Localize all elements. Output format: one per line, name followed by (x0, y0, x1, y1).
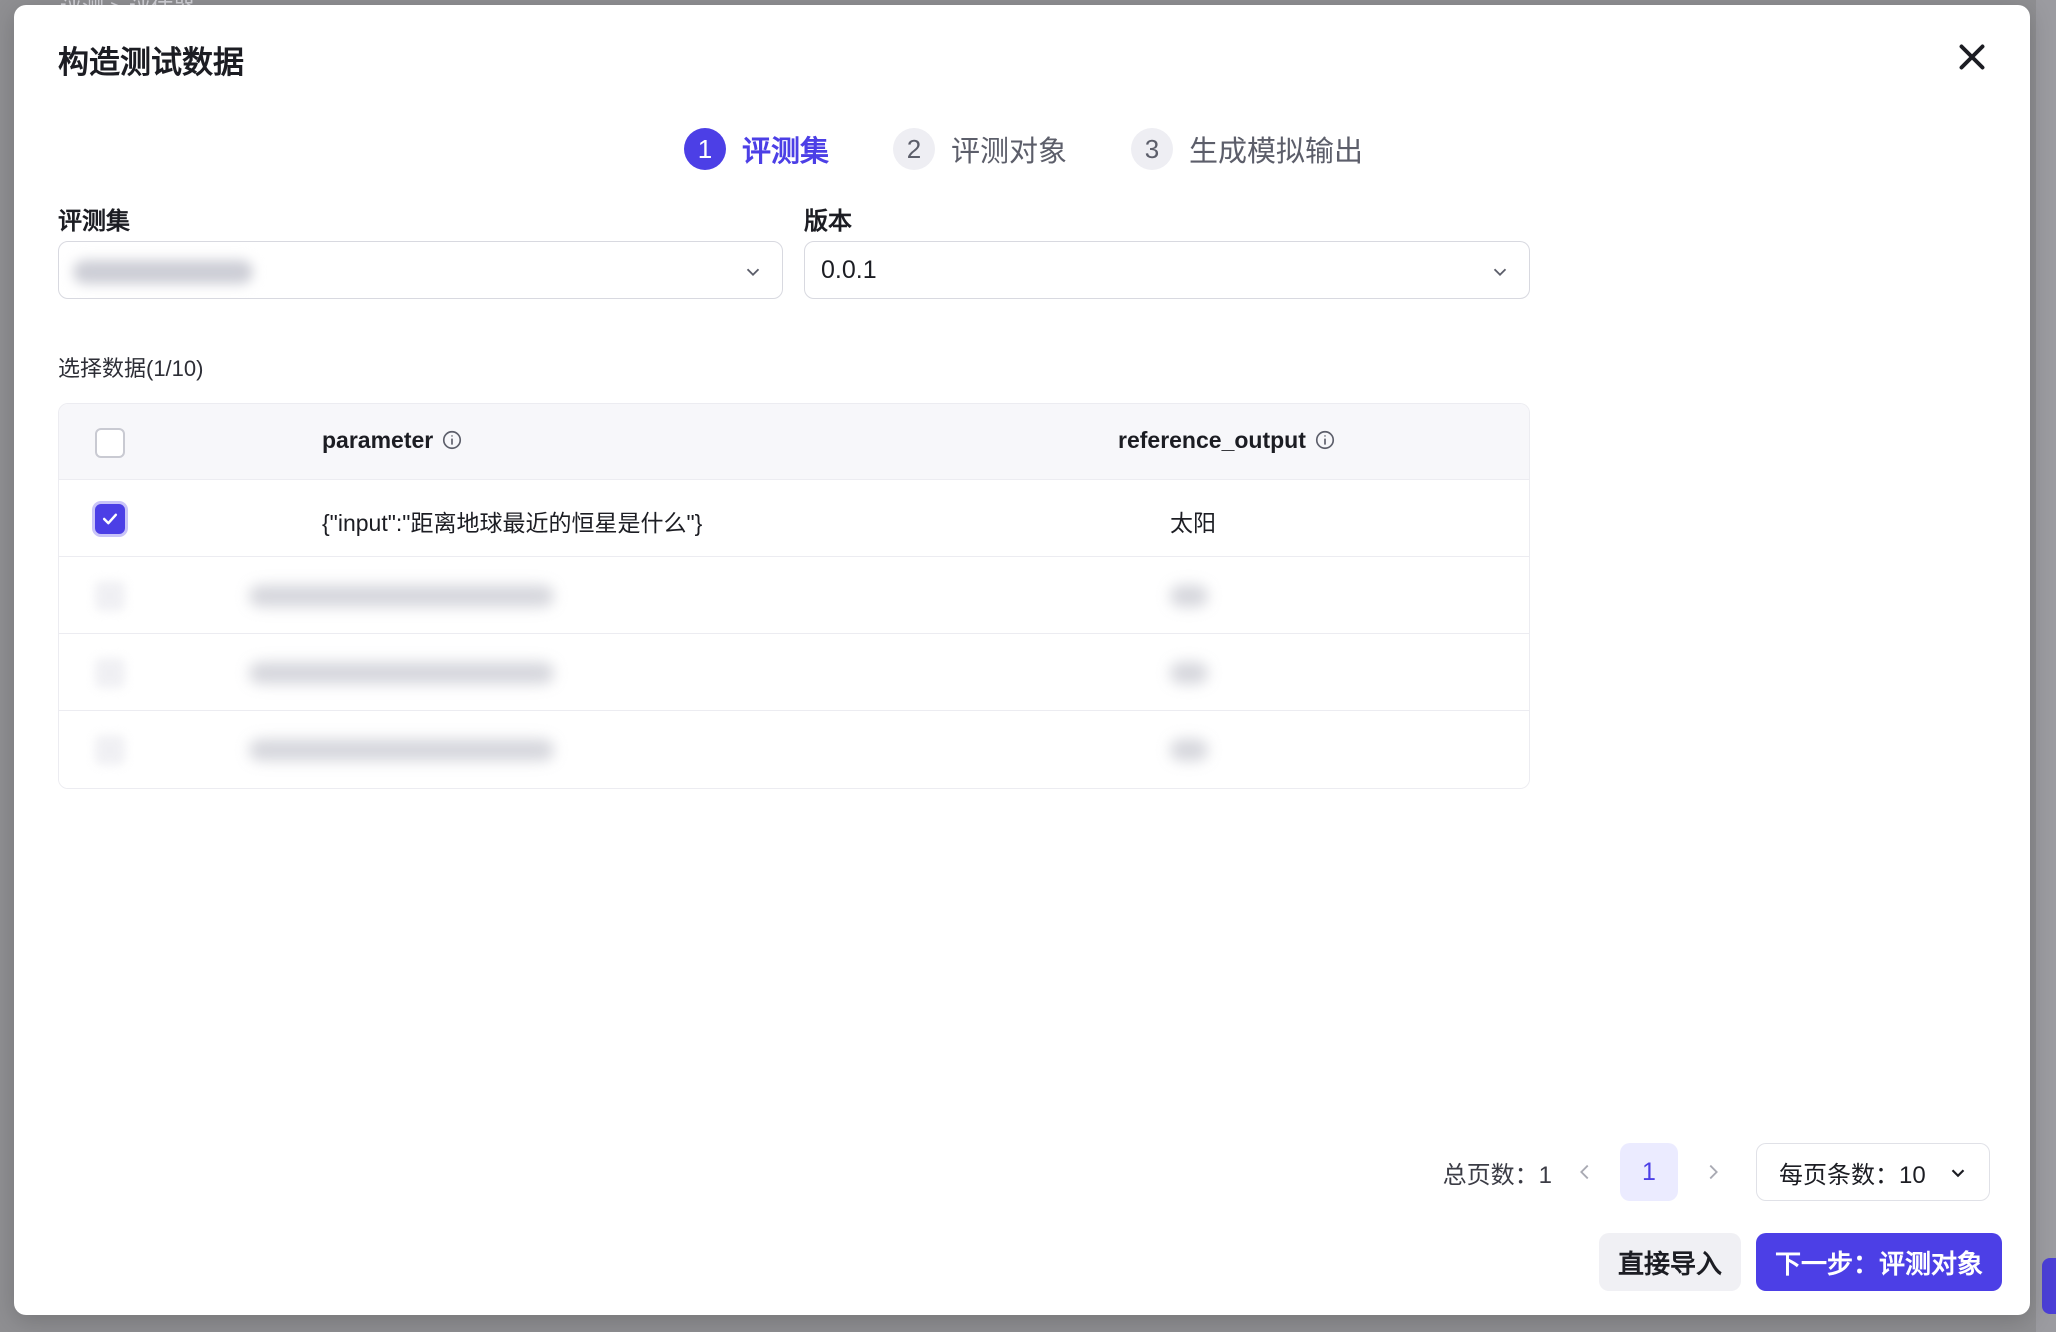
step-indicator: 1 评测集 2 评测对象 3 生成模拟输出 (684, 125, 1427, 173)
table-header: parameter reference_output (59, 404, 1529, 480)
background-page (2036, 0, 2056, 1332)
cell-redacted (249, 585, 554, 607)
step-eval-target[interactable]: 2 评测对象 (893, 128, 1067, 170)
cell-redacted (249, 662, 554, 684)
data-table: parameter reference_output {"input":"距离地… (58, 403, 1530, 789)
column-header-reference-output: reference_output (1118, 427, 1336, 454)
version-select[interactable]: 0.0.1 (804, 241, 1530, 299)
version-value: 0.0.1 (821, 256, 877, 284)
version-label: 版本 (804, 208, 852, 235)
modal-title: 构造测试数据 (58, 45, 244, 80)
step-generate-output[interactable]: 3 生成模拟输出 (1131, 128, 1363, 170)
prev-page-button[interactable] (1570, 1143, 1600, 1201)
page-number-button[interactable]: 1 (1620, 1143, 1678, 1201)
step-label: 评测集 (742, 136, 830, 168)
info-icon[interactable] (441, 429, 463, 451)
page-size-select[interactable]: 每页条数：10 (1756, 1143, 1990, 1201)
next-page-button[interactable] (1698, 1143, 1728, 1201)
chevron-down-icon (1951, 1169, 1965, 1178)
cell-parameter: {"input":"距离地球最近的恒星是什么"} (322, 510, 703, 536)
row-checkbox-redacted (95, 581, 125, 611)
dataset-value-redacted (73, 260, 253, 284)
column-header-parameter: parameter (322, 427, 463, 454)
step-label: 评测对象 (951, 136, 1068, 168)
info-icon[interactable] (1314, 429, 1336, 451)
chevron-right-icon (1709, 1164, 1718, 1180)
cell-reference-output: 太阳 (1170, 510, 1216, 536)
background-floating-button (2042, 1258, 2056, 1314)
chevron-down-icon (1493, 268, 1507, 277)
next-step-button[interactable]: 下一步：评测对象 (1756, 1233, 2002, 1291)
page-size-label: 每页条数：10 (1779, 1161, 1926, 1189)
check-icon (102, 513, 118, 525)
row-checkbox-redacted (95, 735, 125, 765)
cell-redacted (249, 739, 554, 761)
select-data-label: 选择数据(1/10) (58, 356, 204, 381)
direct-import-button[interactable]: 直接导入 (1599, 1233, 1741, 1291)
step-number: 1 (684, 128, 726, 170)
dataset-select[interactable] (58, 241, 783, 299)
close-icon[interactable] (1954, 39, 1990, 75)
step-label: 生成模拟输出 (1189, 136, 1364, 168)
select-all-checkbox[interactable] (95, 428, 125, 458)
pagination: 总页数：1 1 每页条数：10 (1443, 1143, 1990, 1201)
column-header-label: parameter (322, 427, 434, 453)
row-checkbox-redacted (95, 658, 125, 688)
cell-redacted (1170, 662, 1208, 684)
row-checkbox[interactable] (95, 504, 125, 534)
table-row-redacted (59, 634, 1529, 711)
dataset-label: 评测集 (58, 208, 130, 235)
table-row-redacted (59, 557, 1529, 634)
chevron-left-icon (1580, 1164, 1589, 1180)
column-header-label: reference_output (1118, 427, 1306, 453)
cell-redacted (1170, 739, 1208, 761)
cell-redacted (1170, 585, 1208, 607)
total-pages: 总页数：1 (1442, 1161, 1552, 1189)
step-number: 3 (1131, 128, 1174, 170)
chevron-down-icon (746, 268, 760, 277)
construct-test-data-modal: 构造测试数据 1 评测集 2 评测对象 3 生成模拟输出 评测集 版本 0.0.… (14, 5, 2030, 1315)
table-row[interactable]: {"input":"距离地球最近的恒星是什么"} 太阳 (59, 480, 1529, 557)
step-dataset[interactable]: 1 评测集 (684, 128, 829, 170)
step-number: 2 (893, 128, 936, 170)
table-row-redacted (59, 711, 1529, 788)
